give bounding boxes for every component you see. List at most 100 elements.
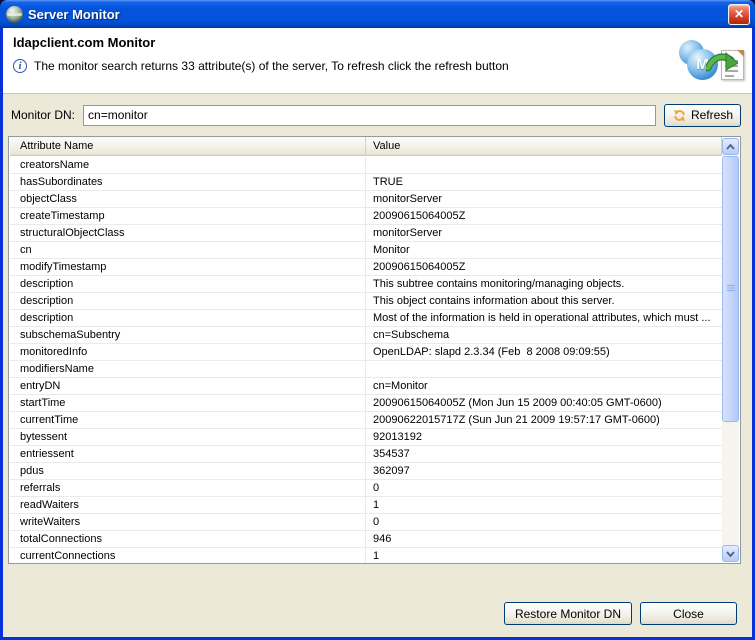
attribute-value-cell: 20090622015717Z (Sun Jun 21 2009 19:57:1… (366, 412, 722, 428)
table-row[interactable]: subschemaSubentry cn=Subschema (10, 327, 722, 344)
attribute-value-cell: 20090615064005Z (Mon Jun 15 2009 00:40:0… (366, 395, 722, 411)
attribute-value-cell: Monitor (366, 242, 722, 258)
table-header: Attribute Name Value (10, 137, 722, 156)
attribute-value-cell: 0 (366, 514, 722, 530)
attribute-name-cell: description (10, 310, 366, 326)
footer-buttons: Restore Monitor DN Close (504, 602, 737, 625)
monitor-dn-label: Monitor DN: (11, 108, 75, 122)
attribute-name-cell: totalConnections (10, 531, 366, 547)
attribute-value-cell: 946 (366, 531, 722, 547)
table-row[interactable]: modifyTimestamp 20090615064005Z (10, 259, 722, 276)
table-row[interactable]: description Most of the information is h… (10, 310, 722, 327)
scrollbar-grip-icon (727, 285, 735, 293)
table-row[interactable]: currentConnections 1 (10, 548, 722, 563)
attribute-name-cell: entriessent (10, 446, 366, 462)
header-panel: ldapclient.com Monitor i The monitor sea… (3, 28, 752, 94)
attribute-name-cell: cn (10, 242, 366, 258)
attribute-name-cell: createTimestamp (10, 208, 366, 224)
attribute-name-cell: modifyTimestamp (10, 259, 366, 275)
attribute-name-cell: currentConnections (10, 548, 366, 563)
attribute-value-cell: 1 (366, 548, 722, 563)
titlebar[interactable]: Server Monitor ✕ (0, 0, 755, 28)
table-row[interactable]: description This object contains informa… (10, 293, 722, 310)
server-monitor-dialog: Server Monitor ✕ ldapclient.com Monitor … (0, 0, 755, 640)
page-title: ldapclient.com Monitor (13, 35, 155, 50)
attribute-value-cell: OpenLDAP: slapd 2.3.34 (Feb 8 2008 09:09… (366, 344, 722, 360)
table-row[interactable]: bytessent 92013192 (10, 429, 722, 446)
attribute-name-cell: structuralObjectClass (10, 225, 366, 241)
attribute-value-cell: 354537 (366, 446, 722, 462)
chevron-up-icon (726, 144, 735, 150)
table-row[interactable]: totalConnections 946 (10, 531, 722, 548)
logo-arrow-icon (706, 51, 738, 75)
table-row[interactable]: structuralObjectClass monitorServer (10, 225, 722, 242)
attribute-value-cell: 0 (366, 480, 722, 496)
globe-icon (6, 6, 23, 23)
attribute-value-cell: monitorServer (366, 225, 722, 241)
attribute-name-cell: description (10, 293, 366, 309)
table-row[interactable]: monitoredInfo OpenLDAP: slapd 2.3.34 (Fe… (10, 344, 722, 361)
attribute-name-cell: startTime (10, 395, 366, 411)
table-row[interactable]: pdus 362097 (10, 463, 722, 480)
attribute-value-cell: This object contains information about t… (366, 293, 722, 309)
refresh-button[interactable]: Refresh (664, 104, 741, 127)
restore-monitor-dn-button[interactable]: Restore Monitor DN (504, 602, 632, 625)
table-row[interactable]: modifiersName (10, 361, 722, 378)
attribute-name-cell: objectClass (10, 191, 366, 207)
attribute-name-cell: writeWaiters (10, 514, 366, 530)
attribute-value-cell (366, 361, 722, 377)
attribute-value-cell: 1 (366, 497, 722, 513)
attribute-name-cell: bytessent (10, 429, 366, 445)
attribute-name-cell: subschemaSubentry (10, 327, 366, 343)
info-message-row: i The monitor search returns 33 attribut… (13, 59, 509, 73)
attribute-name-cell: monitoredInfo (10, 344, 366, 360)
close-icon[interactable]: ✕ (728, 4, 750, 25)
table-row[interactable]: currentTime 20090622015717Z (Sun Jun 21 … (10, 412, 722, 429)
scrollbar-thumb[interactable] (722, 156, 739, 422)
table-row[interactable]: referrals 0 (10, 480, 722, 497)
attribute-value-cell: 20090615064005Z (366, 208, 722, 224)
scroll-up-button[interactable] (722, 138, 739, 155)
attribute-value-cell: This subtree contains monitoring/managin… (366, 276, 722, 292)
table-body: creatorsName hasSubordinates TRUE object… (10, 157, 722, 563)
attribute-name-cell: description (10, 276, 366, 292)
table-row[interactable]: creatorsName (10, 157, 722, 174)
attributes-table: Attribute Name Value creatorsName hasSub… (8, 136, 741, 564)
table-row[interactable]: description This subtree contains monito… (10, 276, 722, 293)
column-header-value[interactable]: Value (366, 137, 722, 155)
attribute-value-cell (366, 157, 722, 173)
monitor-dn-input[interactable] (83, 105, 656, 126)
app-logo: M (676, 37, 746, 91)
close-button[interactable]: Close (640, 602, 737, 625)
attribute-value-cell: 92013192 (366, 429, 722, 445)
table-row[interactable]: writeWaiters 0 (10, 514, 722, 531)
monitor-dn-toolbar: Monitor DN: Refresh (3, 94, 752, 136)
attribute-value-cell: monitorServer (366, 191, 722, 207)
attribute-value-cell: cn=Subschema (366, 327, 722, 343)
scroll-down-button[interactable] (722, 545, 739, 562)
attribute-name-cell: entryDN (10, 378, 366, 394)
attribute-name-cell: creatorsName (10, 157, 366, 173)
table-row[interactable]: createTimestamp 20090615064005Z (10, 208, 722, 225)
attribute-value-cell: Most of the information is held in opera… (366, 310, 722, 326)
table-row[interactable]: readWaiters 1 (10, 497, 722, 514)
column-header-attribute-name[interactable]: Attribute Name (10, 137, 366, 155)
table-row[interactable]: hasSubordinates TRUE (10, 174, 722, 191)
attribute-name-cell: hasSubordinates (10, 174, 366, 190)
refresh-button-label: Refresh (691, 108, 733, 122)
attribute-name-cell: referrals (10, 480, 366, 496)
window-title: Server Monitor (28, 7, 120, 22)
attribute-name-cell: currentTime (10, 412, 366, 428)
attribute-value-cell: 20090615064005Z (366, 259, 722, 275)
table-row[interactable]: entriessent 354537 (10, 446, 722, 463)
attribute-value-cell: TRUE (366, 174, 722, 190)
dialog-content: ldapclient.com Monitor i The monitor sea… (0, 28, 755, 640)
table-row[interactable]: startTime 20090615064005Z (Mon Jun 15 20… (10, 395, 722, 412)
attribute-name-cell: modifiersName (10, 361, 366, 377)
table-row[interactable]: entryDN cn=Monitor (10, 378, 722, 395)
table-scrollbar[interactable] (722, 138, 739, 562)
table-row[interactable]: cn Monitor (10, 242, 722, 259)
info-icon: i (13, 59, 27, 73)
attribute-name-cell: pdus (10, 463, 366, 479)
table-row[interactable]: objectClass monitorServer (10, 191, 722, 208)
